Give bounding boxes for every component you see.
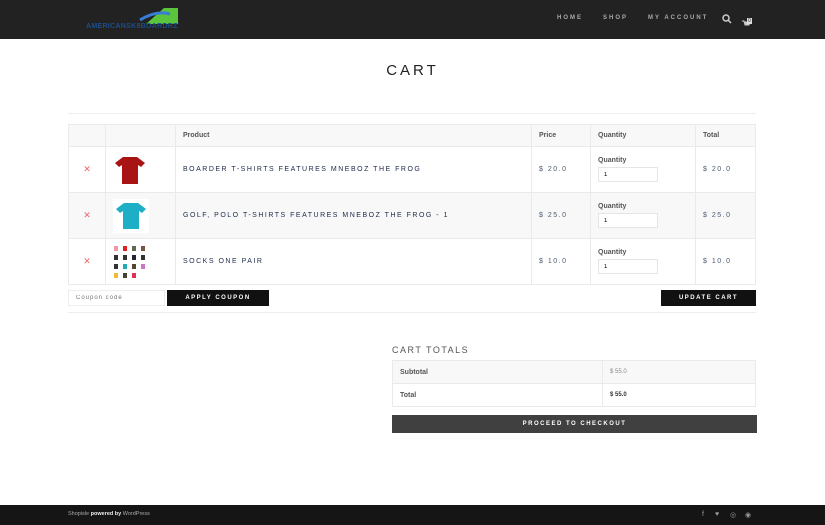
footer-credits: Shopisle powered by WordPress [68,511,150,517]
product-name-link[interactable]: BOARDER T-SHIRTS FEATURES MNEBOZ THE FRO… [175,146,532,193]
site-logo[interactable]: AMERICANSK8BOARDRZ [86,6,196,32]
nav-shop[interactable]: SHOP [603,15,628,21]
nav-my-account[interactable]: MY ACCOUNT [648,15,708,21]
product-price: $ 25.0 [531,192,591,239]
facebook-icon[interactable]: f [702,511,704,518]
nav-home[interactable]: HOME [557,15,583,21]
remove-item-button[interactable]: ✕ [68,146,106,193]
total-value: $ 55.0 [602,383,756,407]
quantity-input[interactable] [598,259,658,274]
quantity-cell: Quantity [590,238,696,285]
apply-coupon-button[interactable]: APPLY COUPON [167,290,269,306]
subtotal-label: Subtotal [392,360,603,384]
twitter-icon[interactable]: ♥ [715,511,719,518]
logo-text: AMERICANSK8BOARDRZ [86,23,178,30]
blue-polo-image [113,198,149,233]
product-subtotal: $ 10.0 [695,238,756,285]
quantity-input[interactable] [598,213,658,228]
divider [68,312,756,313]
th-price: Price [531,124,591,147]
product-subtotal: $ 25.0 [695,192,756,239]
quantity-cell: Quantity [590,192,696,239]
page-title: CART [386,62,439,79]
subtotal-value: $ 55.0 [602,360,756,384]
divider [68,113,756,114]
total-label: Total [392,383,603,407]
product-price: $ 20.0 [531,146,591,193]
quantity-label: Quantity [598,203,627,210]
cart-icon[interactable]: 0 [742,14,756,26]
socks-image [114,245,145,278]
cart-totals-heading: CART TOTALS [392,345,470,355]
cart-count: 0 [747,18,752,24]
site-header: AMERICANSK8BOARDRZ HOME SHOP MY ACCOUNT … [0,0,825,39]
search-icon[interactable] [722,14,732,24]
th-product: Product [175,124,532,147]
footer-brand-link[interactable]: Shopisle [68,511,89,517]
footer-wordpress-link[interactable]: WordPress [123,511,150,517]
remove-item-button[interactable]: ✕ [68,192,106,239]
quantity-input[interactable] [598,167,658,182]
product-price: $ 10.0 [531,238,591,285]
product-thumbnail[interactable] [105,192,176,239]
skype-icon[interactable]: ◉ [745,511,751,519]
product-thumbnail[interactable] [105,238,176,285]
quantity-cell: Quantity [590,146,696,193]
th-thumb [105,124,176,147]
quantity-label: Quantity [598,157,627,164]
product-name-link[interactable]: SOCKS ONE PAIR [175,238,532,285]
coupon-code-input[interactable] [68,290,165,306]
product-subtotal: $ 20.0 [695,146,756,193]
red-tshirt-image [115,156,145,184]
product-name-link[interactable]: GOLF, POLO T-SHIRTS FEATURES MNEBOZ THE … [175,192,532,239]
update-cart-button[interactable]: UPDATE CART [661,290,756,306]
th-remove [68,124,106,147]
th-total: Total [695,124,756,147]
product-thumbnail[interactable] [105,146,176,193]
quantity-label: Quantity [598,249,627,256]
footer-powered: powered by [89,511,123,517]
logo-graphic [139,8,178,24]
remove-item-button[interactable]: ✕ [68,238,106,285]
dribbble-icon[interactable]: ◎ [730,511,736,519]
site-footer: Shopisle powered by WordPress f ♥ ◎ ◉ [0,505,825,525]
th-quantity: Quantity [590,124,696,147]
proceed-to-checkout-button[interactable]: PROCEED TO CHECKOUT [392,415,757,433]
